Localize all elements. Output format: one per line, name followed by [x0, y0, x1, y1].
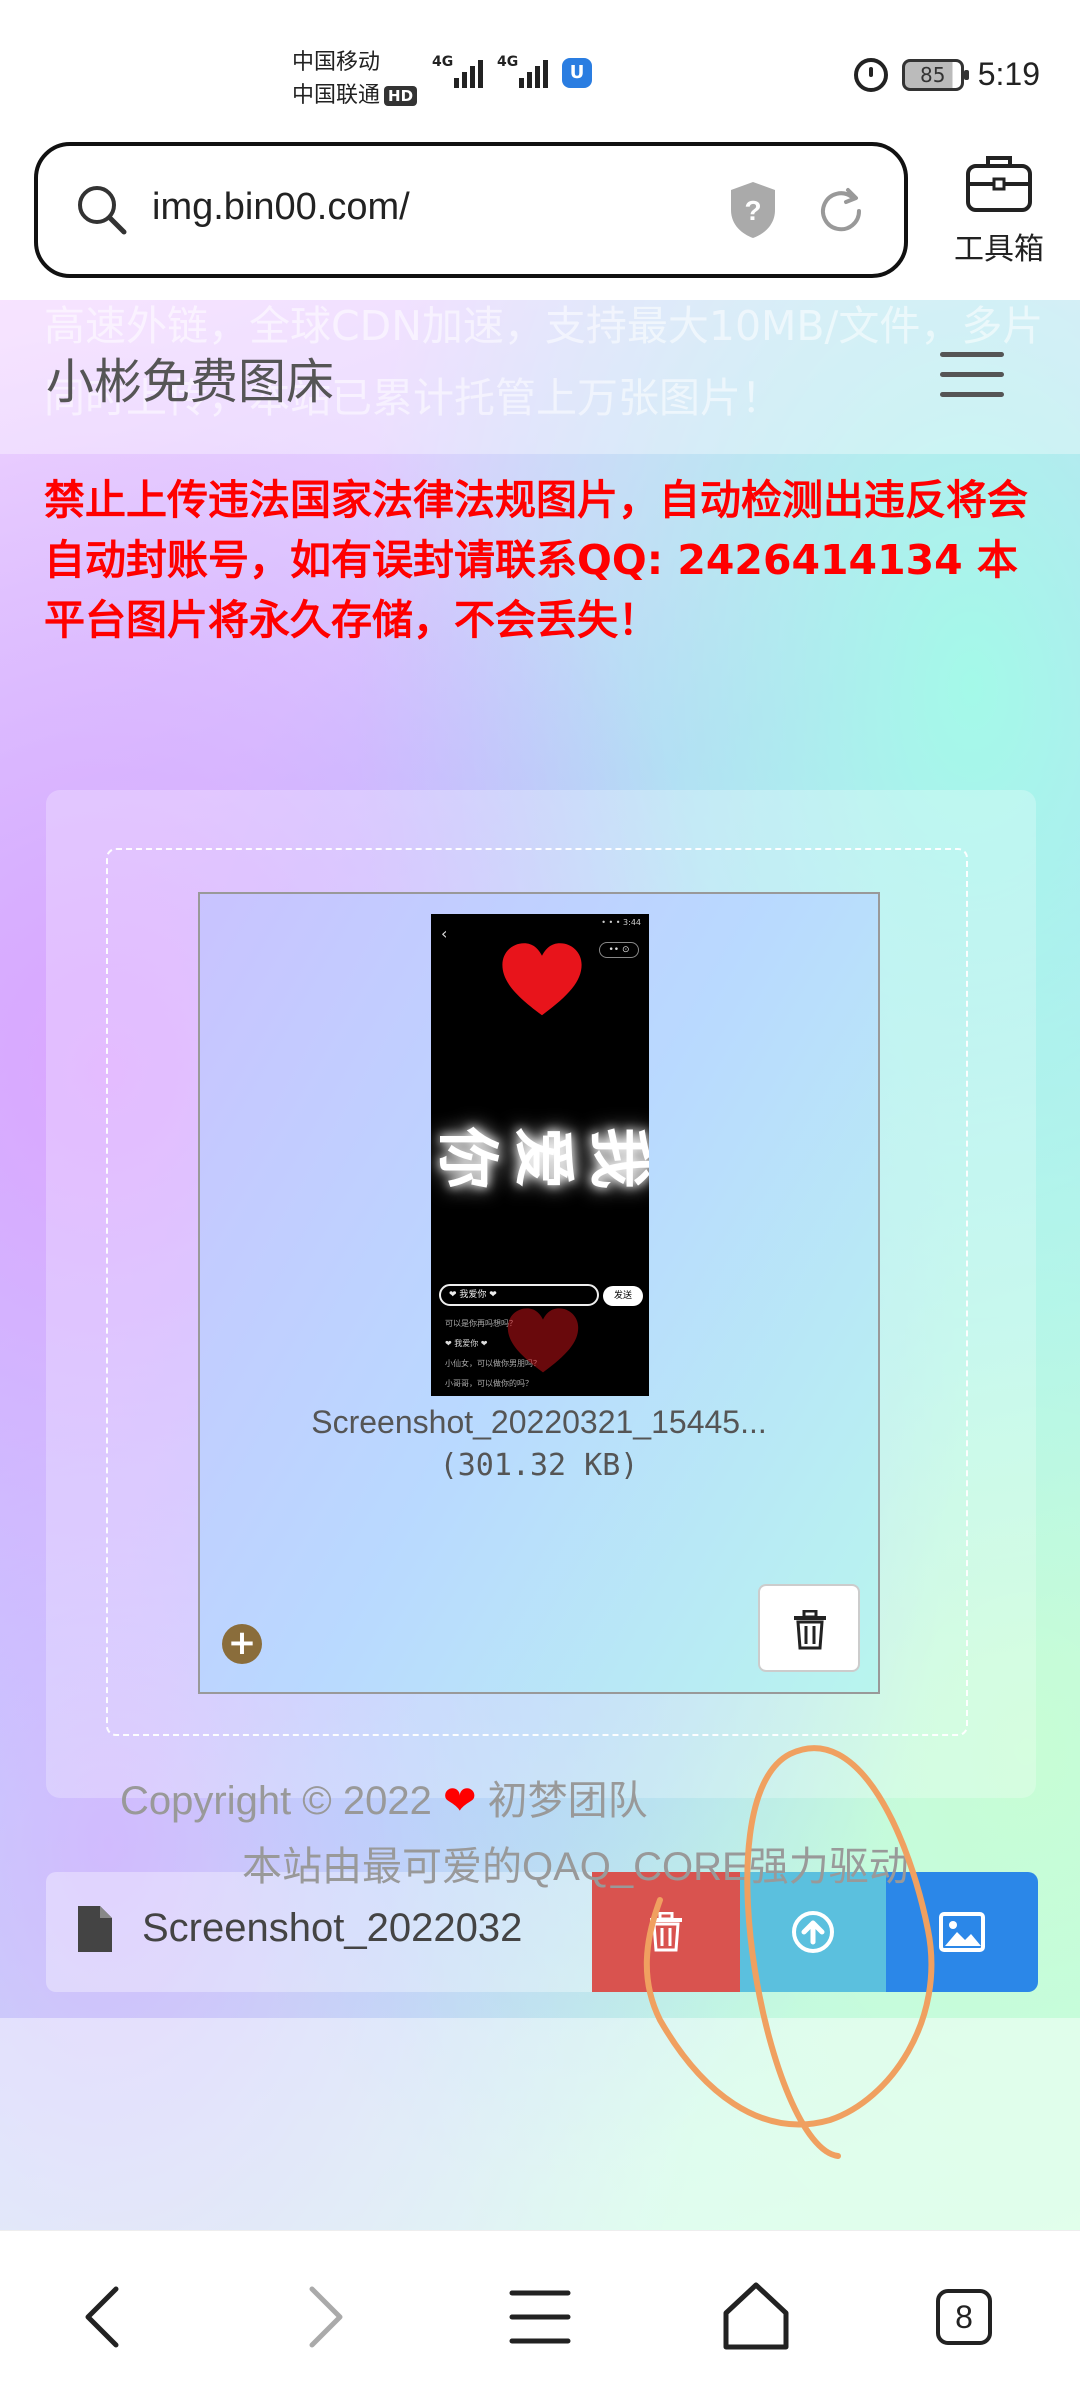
file-preview-card: • • • 3:44 ‹ •• ⊙ 我爱你 ❤ 我爱你 ❤ 发送 可以是你再吗想…: [198, 892, 880, 1694]
toolbox-label: 工具箱: [954, 232, 1044, 267]
thumb-back-icon: ‹: [441, 924, 448, 943]
network-type-1: 4G: [432, 54, 454, 70]
reload-icon[interactable]: [814, 184, 868, 238]
browse-button[interactable]: [886, 1872, 1038, 1992]
carrier-1: 中国移动: [292, 50, 381, 75]
preview-thumbnail[interactable]: • • • 3:44 ‹ •• ⊙ 我爱你 ❤ 我爱你 ❤ 发送 可以是你再吗想…: [431, 914, 649, 1396]
shield-question-icon[interactable]: ?: [728, 180, 778, 240]
home-icon[interactable]: [716, 2277, 796, 2357]
web-page: 高速外链，全球CDN加速，支持最大10MB/文件，多片同时上传，本站已累计托管上…: [0, 300, 1080, 2230]
tab-count: 8: [936, 2289, 992, 2345]
back-arrow-icon[interactable]: [66, 2277, 146, 2357]
team-name[interactable]: 初梦团队: [488, 1779, 648, 1823]
footer: [0, 2018, 1080, 2230]
hamburger-menu-icon[interactable]: [940, 352, 1004, 400]
toolbox-icon: [966, 156, 1032, 212]
file-name: Screenshot_20220321_15445...: [311, 1404, 767, 1440]
thumb-send: 发送: [603, 1286, 643, 1306]
upload-circle-icon: [792, 1911, 834, 1953]
svg-text:?: ?: [744, 195, 761, 226]
zoom-plus-icon[interactable]: +: [222, 1624, 262, 1664]
app-notification-icon: U: [562, 58, 592, 88]
thumb-message: ❤ 我爱你 ❤: [445, 1339, 488, 1348]
carrier-2: 中国联通: [292, 83, 381, 108]
carrier-info: 中国移动 中国联通 HD: [292, 46, 418, 112]
browser-bottom-nav: 8: [0, 2230, 1080, 2400]
toolbox-button[interactable]: 工具箱: [944, 152, 1054, 268]
image-icon: [939, 1912, 985, 1952]
site-title[interactable]: 小彬免费图床: [46, 342, 334, 412]
signal-indicators: 4G 4G U: [432, 54, 592, 88]
menu-icon[interactable]: [500, 2277, 580, 2357]
thumb-big-text: 我爱你: [431, 1126, 649, 1189]
upload-panel: • • • 3:44 ‹ •• ⊙ 我爱你 ❤ 我爱你 ❤ 发送 可以是你再吗想…: [46, 790, 1036, 1798]
copyright: Copyright © 2022 ❤ 初梦团队: [120, 1768, 648, 1826]
signal-1-icon: 4G: [432, 54, 483, 88]
status-bar: 中国移动 中国联通 HD 4G 4G U 85 5:19: [0, 0, 1080, 140]
address-bar[interactable]: img.bin00.com/ ?: [34, 142, 908, 278]
trash-icon: [650, 1912, 682, 1952]
search-icon: [78, 186, 127, 235]
url-text[interactable]: img.bin00.com/: [152, 186, 410, 229]
warning-notice: 禁止上传违法国家法律法规图片，自动检测出违反将会自动封账号，如有误封请联系QQ:…: [44, 476, 1028, 644]
powered-by: 本站由最可爱的QAQ_CORE强力驱动: [242, 1845, 909, 1889]
trash-icon: [794, 1610, 826, 1650]
clock: 5:19: [977, 56, 1040, 92]
network-type-2: 4G: [497, 54, 519, 70]
battery-level: 85: [919, 62, 946, 87]
battery-icon: 85: [901, 58, 969, 91]
file-size: (301.32 KB): [439, 1448, 639, 1483]
copyright-prefix: Copyright © 2022: [120, 1779, 432, 1823]
heart-icon: [502, 943, 582, 1016]
signal-2-icon: 4G: [497, 54, 548, 88]
tabs-button[interactable]: 8: [916, 2277, 996, 2357]
alarm-icon: [853, 57, 888, 92]
forward-arrow-icon[interactable]: [282, 2277, 362, 2357]
file-icon: [78, 1906, 112, 1952]
hd-badge: HD: [384, 86, 418, 106]
status-right: 85 5:19: [853, 56, 1040, 93]
drop-zone[interactable]: • • • 3:44 ‹ •• ⊙ 我爱你 ❤ 我爱你 ❤ 发送 可以是你再吗想…: [106, 848, 968, 1736]
heart-icon: [507, 1308, 579, 1373]
thumb-menu-icon: •• ⊙: [599, 942, 639, 958]
remove-file-button[interactable]: [758, 1584, 860, 1672]
selected-file-name: Screenshot_2022032: [142, 1906, 523, 1950]
heart-icon: ❤: [443, 1779, 477, 1823]
